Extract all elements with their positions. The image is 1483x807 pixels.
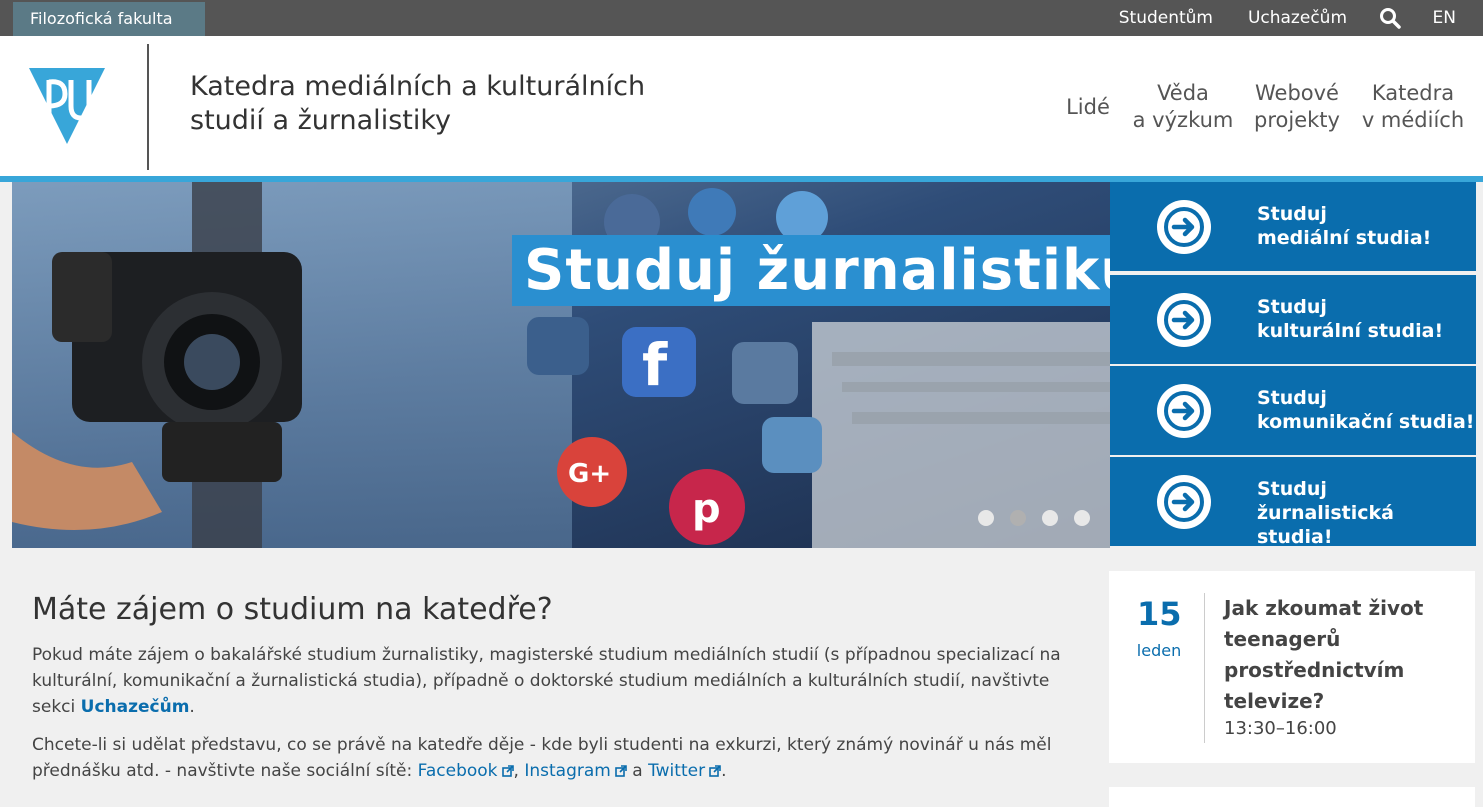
nav-item-web-projects[interactable]: Webové projekty bbox=[1248, 80, 1346, 134]
study-cultural-button[interactable]: Studuj kulturální studia! bbox=[1110, 275, 1476, 364]
external-link-icon bbox=[709, 759, 721, 777]
social-paragraph: Chcete-li si udělat představu, co se prá… bbox=[32, 735, 1052, 781]
nav-item-in-media[interactable]: Katedra v médiích bbox=[1360, 80, 1466, 134]
applicants-inline-link[interactable]: Uchazečům bbox=[81, 697, 190, 717]
main-content: Máte zájem o studium na katedře? Pokud m… bbox=[32, 590, 1090, 796]
external-link-icon bbox=[615, 759, 627, 777]
university-logo[interactable] bbox=[27, 66, 107, 146]
slider-dot-3[interactable] bbox=[1042, 510, 1058, 526]
header-divider bbox=[147, 44, 149, 170]
title-line-2: studií a žurnalistiky bbox=[190, 105, 451, 136]
slider-dot-1[interactable] bbox=[978, 510, 994, 526]
event-title-link[interactable]: Jak zkoumat život teenagerů prostřednict… bbox=[1224, 593, 1444, 717]
arrow-right-circle-icon bbox=[1157, 200, 1211, 254]
svg-text:p: p bbox=[692, 486, 721, 532]
arrow-right-circle-icon bbox=[1157, 384, 1211, 438]
event-divider bbox=[1204, 593, 1205, 743]
intro-paragraph: Pokud máte zájem o bakalářské studium žu… bbox=[32, 645, 1061, 717]
applicants-link[interactable]: Uchazečům bbox=[1248, 8, 1347, 28]
study-label: Studuj komunikační studia! bbox=[1257, 387, 1475, 433]
study-label: Studuj mediální studia! bbox=[1257, 203, 1432, 249]
faculty-link[interactable]: Filozofická fakulta bbox=[13, 2, 205, 36]
slider-dots bbox=[978, 510, 1090, 526]
svg-text:f: f bbox=[642, 331, 668, 399]
slider-dot-2[interactable] bbox=[1010, 510, 1026, 526]
students-link[interactable]: Studentům bbox=[1119, 8, 1213, 28]
event-month: leden bbox=[1136, 641, 1182, 660]
study-communication-button[interactable]: Studuj komunikační studia! bbox=[1110, 366, 1476, 455]
event-card[interactable]: 15 leden Jak zkoumat život teenagerů pro… bbox=[1109, 571, 1475, 763]
study-label: Studuj žurnalistická studia! bbox=[1257, 478, 1394, 548]
study-journalism-button[interactable]: Studuj žurnalistická studia! bbox=[1110, 457, 1476, 548]
arrow-right-circle-icon bbox=[1157, 293, 1211, 347]
external-link-icon bbox=[501, 759, 514, 777]
study-media-button[interactable]: Studuj mediální studia! bbox=[1110, 182, 1476, 271]
twitter-link[interactable]: Twitter bbox=[648, 761, 721, 781]
event-card-next bbox=[1109, 787, 1475, 807]
title-line-1: Katedra mediálních a kulturálních bbox=[190, 71, 646, 102]
study-panel: Studuj mediální studia! Studuj kulturální … bbox=[1110, 182, 1476, 548]
nav-item-science[interactable]: Věda a výzkum bbox=[1128, 80, 1238, 134]
event-day: 15 bbox=[1137, 595, 1182, 633]
department-title[interactable]: Katedra mediálních a kulturálních studií… bbox=[190, 70, 710, 138]
site-header: Katedra mediálních a kulturálních studií… bbox=[0, 36, 1483, 176]
instagram-link[interactable]: Instagram bbox=[524, 761, 627, 781]
hero-slider[interactable]: f G+ p Studuj žurnalistiku! bbox=[12, 182, 1110, 548]
hero-banner-text: Studuj žurnalistiku! bbox=[512, 235, 1110, 306]
nav-item-people[interactable]: Lidé bbox=[1062, 94, 1114, 121]
event-time: 13:30–16:00 bbox=[1224, 718, 1337, 739]
study-label: Studuj kulturální studia! bbox=[1257, 296, 1444, 342]
top-bar: Filozofická fakulta Studentům Uchazečům … bbox=[0, 0, 1483, 36]
facebook-link[interactable]: Facebook bbox=[418, 761, 514, 781]
arrow-right-circle-icon bbox=[1157, 475, 1211, 529]
search-icon[interactable] bbox=[1379, 7, 1401, 29]
language-switch-en[interactable]: EN bbox=[1433, 8, 1456, 28]
slider-dot-4[interactable] bbox=[1074, 510, 1090, 526]
svg-text:G+: G+ bbox=[568, 459, 611, 489]
section-heading: Máte zájem o studium na katedře? bbox=[32, 592, 553, 627]
